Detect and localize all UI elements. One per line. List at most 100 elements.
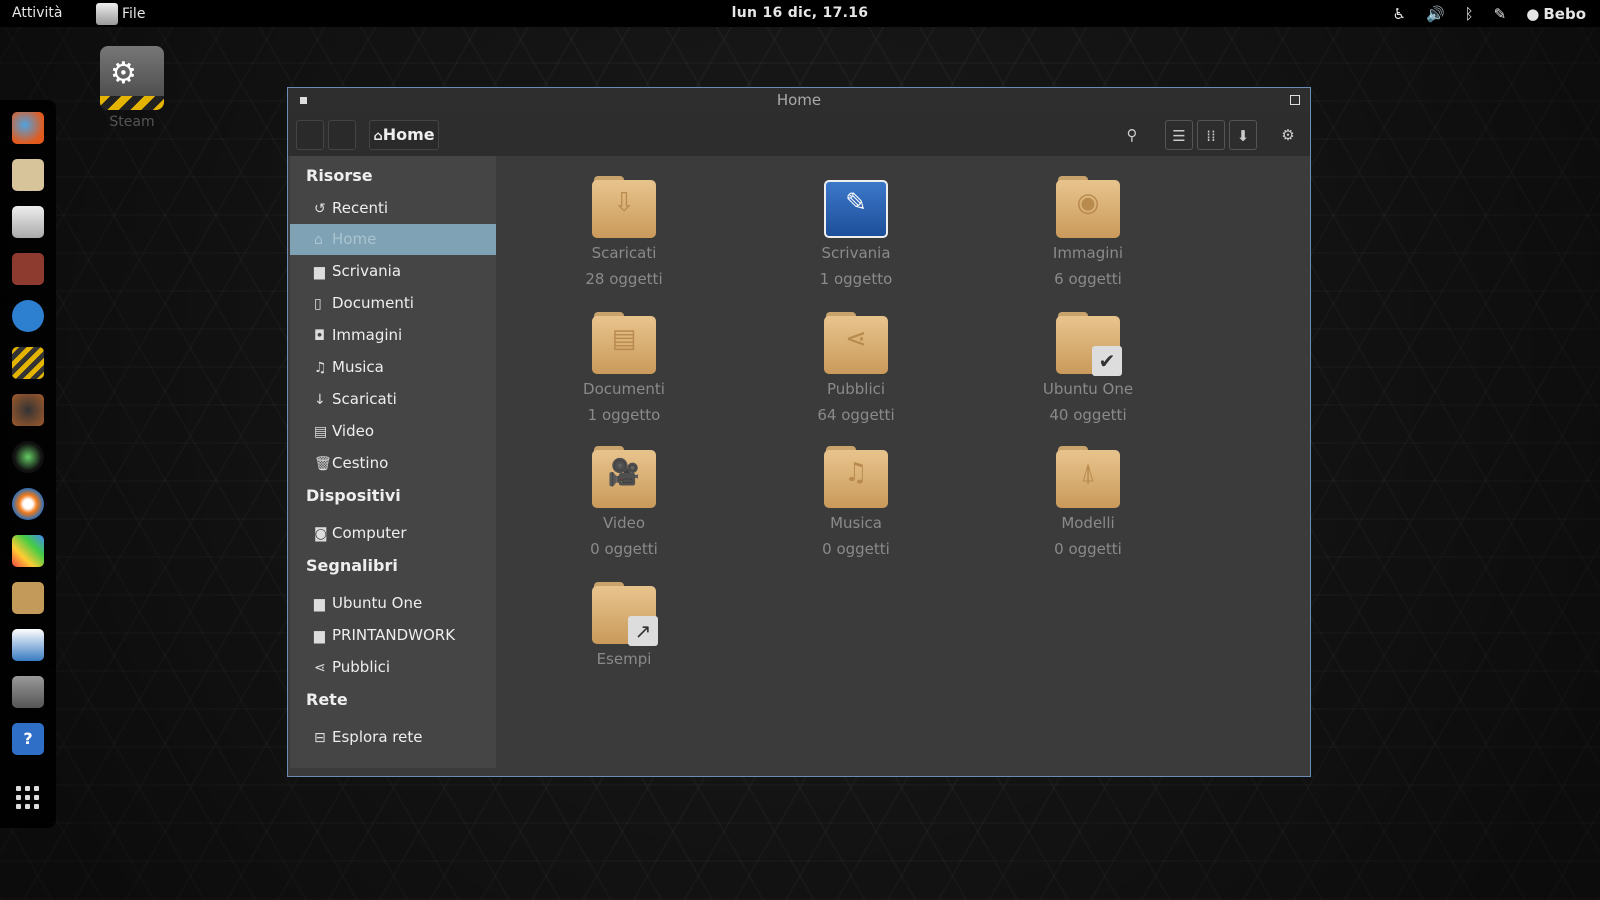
sidebar-item-home[interactable]: ⌂ Home	[290, 224, 496, 255]
sidebar-item-label: Scrivania	[332, 262, 402, 280]
help-icon[interactable]: ?	[12, 723, 44, 755]
sidebar-item-scaricati[interactable]: ↓ Scaricati	[290, 384, 496, 415]
file-item-immagini[interactable]: ◉ Immagini 6 oggetti	[1028, 174, 1148, 288]
search-icon[interactable]: ⚲	[1118, 120, 1146, 150]
accessibility-icon[interactable]: ♿	[1393, 5, 1406, 23]
top-panel: Attività File lun 16 dic, 17.16 ♿ 🔊 ᛒ ✎ …	[0, 0, 1600, 27]
mail-icon[interactable]	[12, 159, 44, 191]
sidebar-item-esplora-rete[interactable]: ⊟ Esplora rete	[290, 722, 496, 753]
file-count: 40 oggetti	[1049, 406, 1127, 424]
sidebar-item-immagini[interactable]: ◘ Immagini	[290, 320, 496, 351]
sidebar-item-documenti[interactable]: ▯ Documenti	[290, 288, 496, 319]
list-view-icon[interactable]: ☰	[1165, 120, 1193, 150]
ubuntu-one-folder-icon: ✔	[1056, 310, 1122, 376]
grid-view-icon[interactable]: ⁞⁞	[1197, 120, 1225, 150]
file-name: Musica	[830, 514, 882, 532]
camera-app-icon[interactable]	[12, 441, 44, 473]
show-apps-icon[interactable]	[16, 786, 40, 810]
file-item-video[interactable]: 🎥 Video 0 oggetti	[564, 444, 684, 558]
sidebar-item-cestino[interactable]: 🗑Cestino	[290, 448, 496, 479]
file-item-modelli[interactable]: ⍋ Modelli 0 oggetti	[1028, 444, 1148, 558]
file-item-musica[interactable]: ♫ Musica 0 oggetti	[796, 444, 916, 558]
file-item-documenti[interactable]: ▤ Documenti 1 oggetto	[564, 310, 684, 424]
desktop-steam-label: Steam	[109, 114, 155, 130]
sidebar-item-musica[interactable]: ♫ Musica	[290, 352, 496, 383]
file-name: Scrivania	[821, 244, 891, 262]
package-icon[interactable]	[12, 582, 44, 614]
pen-icon[interactable]: ✎	[1494, 5, 1507, 23]
download-icon: ↓	[314, 392, 326, 408]
paint-icon[interactable]	[12, 535, 44, 567]
folder-icon: ▆	[314, 596, 325, 612]
maximize-icon[interactable]	[1290, 95, 1300, 105]
sidebar-item-label: Esplora rete	[332, 728, 423, 746]
drive-icon: ◙	[314, 526, 328, 542]
file-grid: ⇩ Scaricati 28 oggetti ✎ Scrivania 1 ogg…	[496, 156, 1310, 776]
file-item-esempi[interactable]: ↗ Esempi	[564, 580, 684, 668]
file-item-ubuntu-one[interactable]: ✔ Ubuntu One 40 oggetti	[1028, 310, 1148, 424]
file-name: Documenti	[583, 380, 665, 398]
file-name: Modelli	[1061, 514, 1115, 532]
sidebar-item-pubblici[interactable]: ⋖ Pubblici	[290, 652, 496, 683]
steam-icon: ⚙	[100, 46, 164, 110]
dash: ?	[0, 100, 56, 828]
firefox-icon[interactable]	[12, 112, 44, 144]
network-icon: ⊟	[314, 730, 326, 746]
section-header-dispositivi: Dispositivi	[306, 486, 401, 505]
steam-dash-icon[interactable]	[12, 347, 44, 379]
user-menu[interactable]: ● Bebo	[1526, 5, 1586, 23]
sidebar-item-label: Ubuntu One	[332, 594, 423, 612]
speaker-icon[interactable]	[12, 394, 44, 426]
file-count: 6 oggetti	[1054, 270, 1122, 288]
link-arrow-icon: ↗	[628, 616, 658, 646]
videos-folder-icon: 🎥	[592, 444, 656, 508]
blender-icon[interactable]	[12, 488, 44, 520]
settings-mixer-icon[interactable]	[12, 676, 44, 708]
file-count: 1 oggetto	[819, 270, 893, 288]
chat-icon[interactable]	[12, 300, 44, 332]
sidebar-item-video[interactable]: ▤ Video	[290, 416, 496, 447]
file-manager-window: Home ⌂Home ⚲ ☰ ⁞⁞ ⬇ ⚙ Risorse ↺ Recenti ⌂…	[287, 87, 1311, 777]
file-name: Video	[602, 514, 646, 532]
title-bar[interactable]: Home	[288, 88, 1310, 112]
desktop-steam-icon[interactable]: ⚙ Steam	[100, 46, 164, 130]
sidebar-item-label: Video	[332, 422, 375, 440]
clock[interactable]: lun 16 dic, 17.16	[0, 5, 1600, 21]
volume-icon[interactable]: 🔊	[1426, 5, 1445, 23]
document-icon: ▯	[314, 296, 322, 312]
back-button[interactable]	[296, 120, 324, 150]
file-count: 1 oggetto	[587, 406, 661, 424]
public-folder-icon: ⋖	[824, 310, 888, 374]
chat-bubble-icon: ●	[1526, 4, 1540, 23]
file-name: Pubblici	[826, 380, 886, 398]
sidebar-item-printandwork[interactable]: ▆ PRINTANDWORK	[290, 620, 496, 651]
download-folder-icon: ⇩	[592, 174, 656, 238]
sidebar-item-ubuntu-one[interactable]: ▆ Ubuntu One	[290, 588, 496, 619]
file-item-pubblici[interactable]: ⋖ Pubblici 64 oggetti	[796, 310, 916, 424]
path-home-button[interactable]: ⌂Home	[369, 120, 439, 150]
sidebar-item-label: Home	[332, 230, 377, 248]
file-item-scaricati[interactable]: ⇩ Scaricati 28 oggetti	[564, 174, 684, 288]
sidebar-item-computer[interactable]: ◙ Computer	[290, 518, 496, 549]
section-header-segnalibri: Segnalibri	[306, 556, 398, 575]
sidebar-item-scrivania[interactable]: ▆ Scrivania	[290, 256, 496, 287]
writer-icon[interactable]	[12, 629, 44, 661]
documents-folder-icon: ▤	[592, 310, 656, 374]
section-header-rete: Rete	[306, 690, 348, 709]
file-item-scrivania[interactable]: ✎ Scrivania 1 oggetto	[796, 174, 916, 288]
sidebar-item-label: Musica	[332, 358, 384, 376]
sidebar-item-recenti[interactable]: ↺ Recenti	[290, 193, 496, 224]
sort-down-icon[interactable]: ⬇	[1229, 120, 1257, 150]
gear-icon[interactable]: ⚙	[1274, 120, 1302, 150]
file-name: Esempi	[596, 650, 652, 668]
film-icon: ▤	[314, 424, 328, 440]
examples-link-folder-icon: ↗	[592, 580, 658, 646]
sidebar-item-label: Computer	[332, 524, 407, 542]
bluetooth-icon[interactable]: ᛒ	[1465, 5, 1474, 23]
file-manager-icon[interactable]	[12, 206, 44, 238]
camera-icon: ◘	[314, 328, 326, 344]
forward-button[interactable]	[328, 120, 356, 150]
contacts-icon[interactable]	[12, 253, 44, 285]
window-menu-icon[interactable]	[300, 97, 307, 104]
file-count: 0 oggetti	[822, 540, 890, 558]
